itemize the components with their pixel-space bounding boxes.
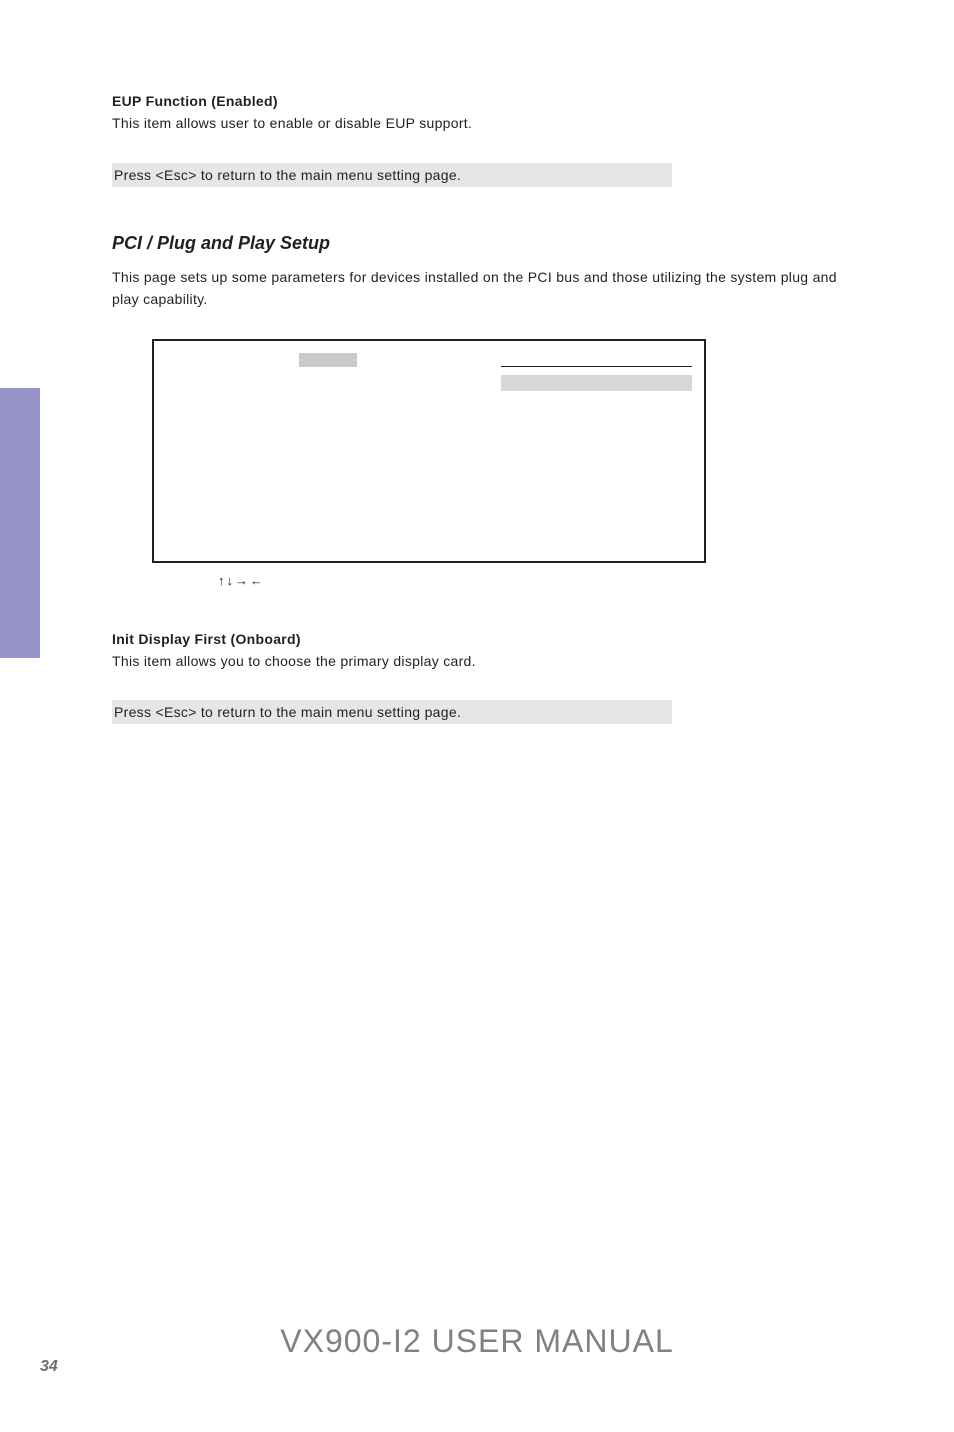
eup-heading: EUP Function (Enabled) <box>112 90 842 112</box>
esc-note-1: Press <Esc> to return to the main menu s… <box>112 163 672 187</box>
init-body: This item allows you to choose the prima… <box>112 650 842 672</box>
bios-screenshot-placeholder <box>152 339 706 563</box>
init-heading: Init Display First (Onboard) <box>112 628 842 650</box>
footer-title: VX900-I2 USER MANUAL <box>0 1323 954 1360</box>
bios-help-highlight <box>501 375 692 391</box>
pci-body: This page sets up some parameters for de… <box>112 266 842 311</box>
page-number: 34 <box>40 1358 58 1376</box>
side-tab <box>0 388 40 658</box>
page-content: EUP Function (Enabled) This item allows … <box>112 90 842 724</box>
arrow-keys-legend: ↑↓→← <box>218 573 842 588</box>
esc-note-2: Press <Esc> to return to the main menu s… <box>112 700 672 724</box>
bios-tab-highlight <box>299 353 357 367</box>
pci-title: PCI / Plug and Play Setup <box>112 233 842 254</box>
eup-body: This item allows user to enable or disab… <box>112 112 842 134</box>
